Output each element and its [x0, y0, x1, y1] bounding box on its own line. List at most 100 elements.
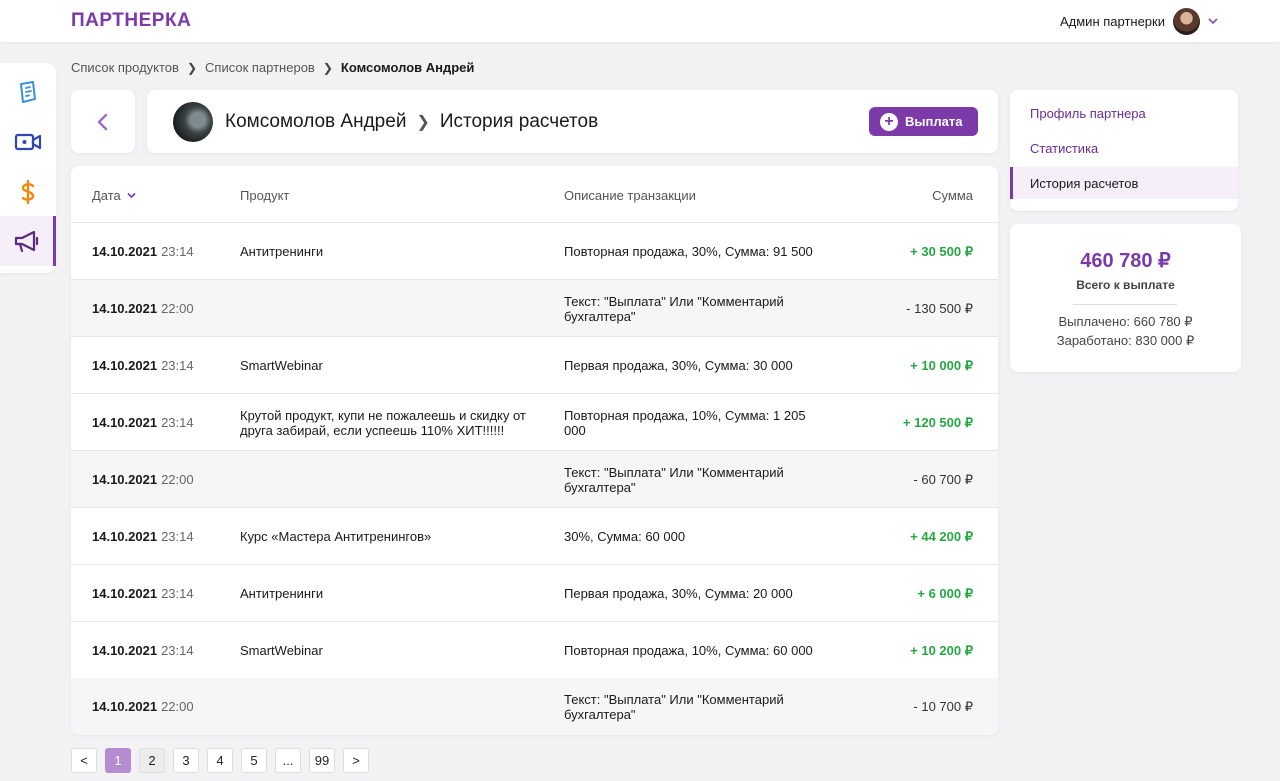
- row-date: 14.10.2021: [92, 586, 158, 601]
- table-row[interactable]: 14.10.2021 23:14 Антитренинги Повторная п…: [71, 223, 998, 280]
- avatar[interactable]: [1173, 7, 1200, 35]
- sidebar-item-partners[interactable]: [0, 216, 56, 266]
- page-button-2[interactable]: 2: [139, 748, 165, 773]
- page-title: Комсомолов Андрей ❯ История расчетов: [225, 111, 598, 133]
- row-time: 23:14: [161, 529, 194, 544]
- total-amount: 460 780 ₽: [1080, 250, 1171, 272]
- row-sum: - 10 700 ₽: [913, 699, 973, 714]
- documents-icon: [20, 81, 36, 103]
- pagination: < 1 2 3 4 5 ... 99 >: [71, 748, 369, 773]
- page-button-99[interactable]: 99: [309, 748, 335, 773]
- chevron-down-icon[interactable]: [1208, 16, 1218, 26]
- breadcrumb-partners[interactable]: Список партнеров: [205, 60, 315, 75]
- row-product: Антитренинги: [240, 244, 324, 259]
- page-ellipsis[interactable]: ...: [275, 748, 301, 773]
- row-sum: + 10 000 ₽: [910, 358, 973, 373]
- row-date: 14.10.2021: [92, 301, 158, 316]
- nav-payment-history[interactable]: История расчетов: [1010, 167, 1238, 199]
- sidebar: [0, 63, 56, 273]
- column-date[interactable]: Дата: [92, 188, 121, 203]
- table-row[interactable]: 14.10.2021 23:14 SmartWebinar Первая прод…: [71, 337, 998, 394]
- table-row[interactable]: 14.10.2021 23:14 Курс «Мастера Антитренин…: [71, 508, 998, 565]
- row-sum: + 120 500 ₽: [902, 415, 973, 430]
- page-prev-button[interactable]: <: [71, 748, 97, 773]
- row-description: 30%, Сумма: 60 000: [564, 529, 686, 544]
- video-camera-icon: [14, 133, 42, 151]
- row-product: Антитренинги: [240, 586, 324, 601]
- row-description: Текст: "Выплата" Или "Комментарий бухгал…: [564, 293, 784, 324]
- table-row[interactable]: 14.10.2021 23:14 SmartWebinar Повторная п…: [71, 622, 998, 679]
- row-product: [240, 678, 540, 735]
- row-description: Первая продажа, 30%, Сумма: 20 000: [564, 586, 793, 601]
- row-description: Повторная продажа, 10%, Сумма: 1 205 000: [564, 407, 806, 438]
- table-row[interactable]: 14.10.2021 22:00 Текст: "Выплата" Или "Ко…: [71, 451, 998, 508]
- user-menu[interactable]: Админ партнерки: [1060, 7, 1218, 35]
- row-product: SmartWebinar: [240, 358, 323, 373]
- page-button-4[interactable]: 4: [207, 748, 233, 773]
- page-next-button[interactable]: >: [343, 748, 369, 773]
- column-description: Описание транзакции: [564, 188, 696, 203]
- row-time: 23:14: [161, 358, 194, 373]
- paid-amount: Выплачено: 660 780 ₽: [1058, 314, 1193, 329]
- earned-amount: Заработано: 830 000 ₽: [1056, 333, 1195, 348]
- total-label: Всего к выплате: [1076, 278, 1175, 292]
- divider: [1073, 304, 1177, 305]
- row-date: 14.10.2021: [92, 699, 158, 714]
- row-description: Повторная продажа, 10%, Сумма: 60 000: [564, 643, 813, 658]
- sidebar-item-finance[interactable]: [0, 167, 56, 217]
- row-sum: + 44 200 ₽: [910, 529, 973, 544]
- payout-label: Выплата: [905, 114, 963, 129]
- avatar: [173, 102, 213, 142]
- page-button-3[interactable]: 3: [173, 748, 199, 773]
- column-date-sort[interactable]: Дата: [92, 188, 136, 203]
- breadcrumb-products[interactable]: Список продуктов: [71, 60, 179, 75]
- sidebar-item-webinars[interactable]: [0, 117, 56, 167]
- partner-header: Комсомолов Андрей ❯ История расчетов + В…: [147, 90, 998, 153]
- sort-down-icon[interactable]: [127, 192, 136, 199]
- user-name[interactable]: Админ партнерки: [1060, 14, 1165, 29]
- page-button-5[interactable]: 5: [241, 748, 267, 773]
- row-product: Курс «Мастера Антитренингов»: [240, 529, 432, 544]
- dollar-icon: [21, 179, 35, 205]
- table-row[interactable]: 14.10.2021 23:14 Антитренинги Первая прод…: [71, 565, 998, 622]
- table-row[interactable]: 14.10.2021 22:00 Текст: "Выплата" Или "Ко…: [71, 678, 998, 735]
- megaphone-icon: [14, 230, 38, 253]
- chevron-right-icon: ❯: [322, 60, 333, 75]
- breadcrumb-current: Комсомолов Андрей: [340, 60, 475, 75]
- row-time: 23:14: [161, 643, 194, 658]
- row-date: 14.10.2021: [92, 358, 158, 373]
- table-row[interactable]: 14.10.2021 23:14 Крутой продукт, купи не …: [71, 394, 998, 451]
- sidebar-item-products[interactable]: [0, 67, 56, 117]
- logo[interactable]: ПАРТНЕРКА: [71, 10, 191, 32]
- row-product: [240, 451, 540, 508]
- chevron-right-icon: ❯: [186, 60, 198, 75]
- page-button-1[interactable]: 1: [105, 748, 131, 773]
- top-bar: ПАРТНЕРКА Админ партнерки: [0, 0, 1280, 42]
- table-row[interactable]: 14.10.2021 22:00 Текст: "Выплата" Или "Ко…: [71, 280, 998, 337]
- row-description: Текст: "Выплата" Или "Комментарий бухгал…: [564, 464, 784, 495]
- row-time: 22:00: [161, 472, 194, 487]
- row-description: Повторная продажа, 30%, Сумма: 91 500: [564, 244, 813, 259]
- transactions-table: Дата Продукт Описание транзакции Сумма 1…: [71, 166, 998, 735]
- payout-button[interactable]: + Выплата: [869, 107, 978, 136]
- row-date: 14.10.2021: [92, 529, 158, 544]
- row-date: 14.10.2021: [92, 472, 158, 487]
- row-sum: - 60 700 ₽: [913, 472, 973, 487]
- partner-nav: Профиль партнера Статистика История расч…: [1010, 90, 1238, 211]
- plus-icon: +: [880, 112, 898, 131]
- row-product: SmartWebinar: [240, 643, 323, 658]
- chevron-left-icon: [97, 113, 108, 130]
- row-time: 23:14: [161, 244, 194, 259]
- table-header: Дата Продукт Описание транзакции Сумма: [71, 166, 998, 223]
- row-time: 22:00: [161, 699, 194, 714]
- payout-summary: 460 780 ₽ Всего к выплате Выплачено: 660…: [1010, 224, 1241, 372]
- partner-name: Комсомолов Андрей: [225, 111, 407, 132]
- row-date: 14.10.2021: [92, 415, 158, 430]
- breadcrumb: Список продуктов ❯ Список партнеров ❯ Ко…: [71, 60, 474, 75]
- chevron-right-icon: ❯: [416, 114, 430, 131]
- row-sum: + 6 000 ₽: [917, 586, 973, 601]
- nav-partner-profile[interactable]: Профиль партнера: [1010, 97, 1238, 129]
- column-sum: Сумма: [932, 188, 973, 203]
- back-button[interactable]: [71, 90, 135, 153]
- nav-statistics[interactable]: Статистика: [1010, 132, 1238, 164]
